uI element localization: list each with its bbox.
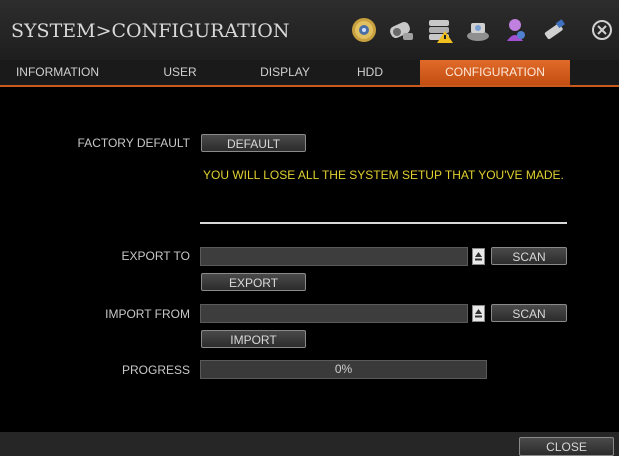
import-scan-button[interactable]: SCAN (491, 304, 567, 322)
close-icon[interactable] (590, 18, 614, 42)
gear-icon[interactable] (348, 14, 380, 46)
divider (200, 222, 567, 224)
progress-value: 0% (334, 362, 353, 376)
eject-icon[interactable] (472, 305, 485, 322)
page-title: SYSTEM>CONFIGURATION (11, 20, 290, 42)
progress-bar: 0% (200, 360, 487, 379)
import-button[interactable]: IMPORT (201, 330, 306, 348)
warning-message: YOU WILL LOSE ALL THE SYSTEM SETUP THAT … (203, 168, 564, 182)
import-from-label: IMPORT FROM (105, 307, 190, 321)
configuration-panel: FACTORY DEFAULT DEFAULT YOU WILL LOSE AL… (0, 87, 619, 432)
tab-hdd[interactable]: HDD (345, 60, 395, 85)
import-path-field[interactable] (200, 304, 468, 323)
usb-icon[interactable] (538, 14, 570, 46)
user-icon[interactable] (500, 14, 532, 46)
close-button[interactable]: CLOSE (519, 437, 614, 456)
export-button[interactable]: EXPORT (201, 273, 306, 291)
storage-warning-icon[interactable] (424, 14, 456, 46)
tab-display[interactable]: DISPLAY (240, 60, 330, 85)
tab-information[interactable]: INFORMATION (0, 60, 115, 85)
title-bar: SYSTEM>CONFIGURATION (0, 0, 619, 60)
tab-user[interactable]: USER (150, 60, 210, 85)
default-button[interactable]: DEFAULT (201, 134, 306, 152)
eject-icon[interactable] (472, 248, 485, 265)
tab-configuration[interactable]: CONFIGURATION (420, 60, 570, 85)
network-icon[interactable] (462, 14, 494, 46)
toolbar-icons (348, 14, 570, 46)
progress-label: PROGRESS (121, 363, 190, 377)
camera-icon[interactable] (386, 14, 418, 46)
export-to-label: EXPORT TO (121, 249, 190, 263)
tab-bar: INFORMATION USER DISPLAY HDD CONFIGURATI… (0, 60, 619, 87)
bottom-bar: CLOSE (0, 432, 619, 456)
export-scan-button[interactable]: SCAN (491, 247, 567, 265)
factory-default-label: FACTORY DEFAULT (77, 136, 190, 150)
export-path-field[interactable] (200, 247, 468, 266)
